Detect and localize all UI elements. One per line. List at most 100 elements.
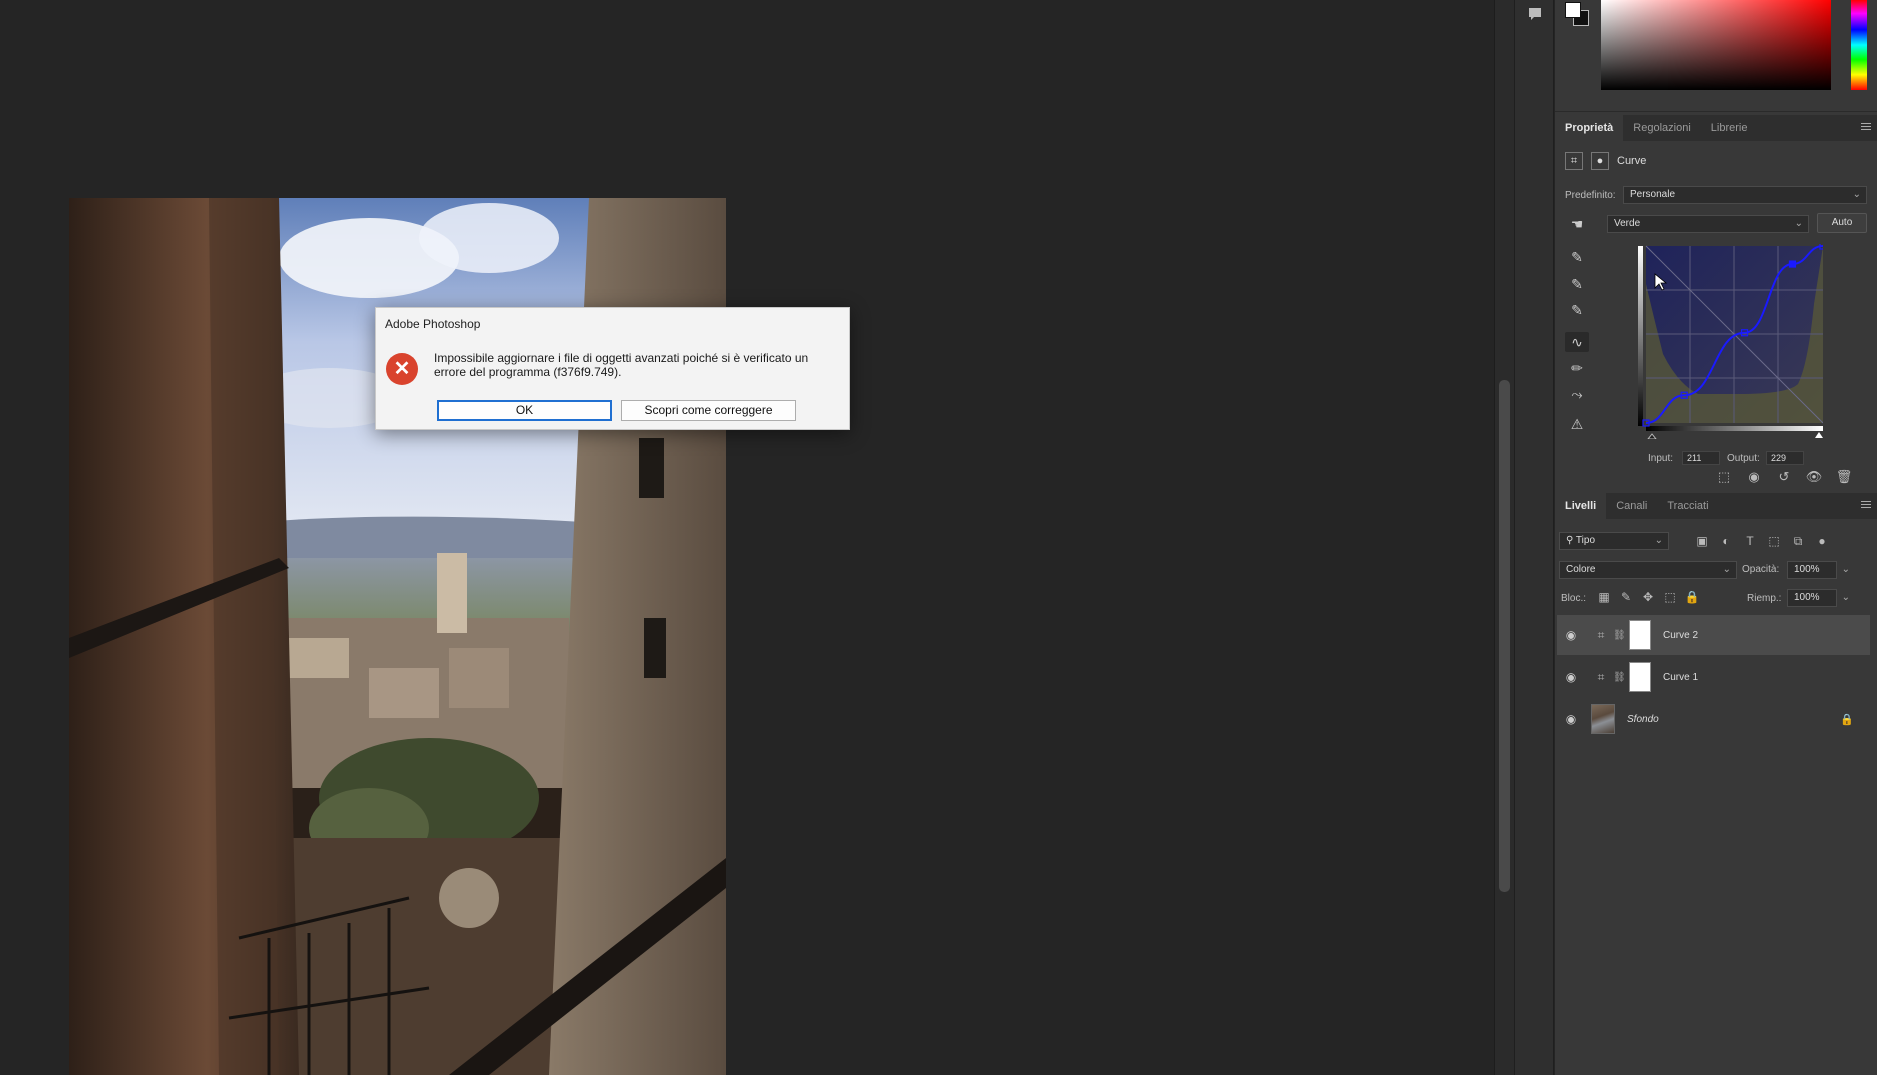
output-gradient-bar <box>1638 246 1643 426</box>
tab-paths[interactable]: Tracciati <box>1657 493 1718 519</box>
input-field[interactable]: 211 <box>1682 451 1720 465</box>
clip-to-layer-icon[interactable]: ⬚ <box>1715 468 1733 486</box>
properties-title: Curve <box>1617 155 1647 167</box>
comment-icon[interactable] <box>1527 6 1543 22</box>
layer-thumbnail[interactable] <box>1591 704 1615 734</box>
fill-label: Riemp.: <box>1747 593 1782 604</box>
opacity-value: 100% <box>1794 564 1820 575</box>
trash-icon[interactable]: 🗑 <box>1835 468 1853 486</box>
link-chain-icon[interactable]: ⛓ <box>1613 672 1626 683</box>
input-label: Input: <box>1648 453 1674 464</box>
eye-icon[interactable]: ◉ <box>1557 712 1585 726</box>
chevron-down-icon: ⌄ <box>1654 535 1663 546</box>
curves-graph[interactable] <box>1638 242 1827 440</box>
pixel-filter-icon[interactable]: ▣ <box>1693 532 1711 550</box>
filter-type-value: Tipo <box>1575 535 1596 546</box>
gray-point-eyedropper-icon[interactable]: ✎ <box>1565 274 1589 294</box>
blend-mode-value: Colore <box>1566 564 1596 575</box>
shape-filter-icon[interactable]: ⬚ <box>1765 532 1783 550</box>
black-slider-handle[interactable] <box>1646 433 1658 440</box>
lock-artboard-icon[interactable]: ⬚ <box>1661 588 1679 606</box>
layer-filter-dropdown[interactable]: ⚲ Tipo ⌄ <box>1559 532 1669 550</box>
error-dialog: Adobe Photoshop ✕ Impossibile aggiornare… <box>375 307 850 430</box>
layers-tabbar: Livelli Canali Tracciati <box>1555 493 1877 519</box>
black-point-eyedropper-icon[interactable]: ✎ <box>1565 247 1589 267</box>
layer-mask-thumbnail[interactable] <box>1629 662 1651 692</box>
curves-adjustment-icon: ⌗ <box>1565 152 1583 170</box>
view-previous-icon[interactable]: ◉ <box>1745 468 1763 486</box>
lock-icon[interactable]: 🔒 <box>1840 713 1854 726</box>
layer-mask-icon[interactable]: ● <box>1591 152 1609 170</box>
tab-libraries[interactable]: Librerie <box>1701 115 1758 141</box>
lock-position-icon[interactable]: ✥ <box>1639 588 1657 606</box>
pencil-draw-icon[interactable]: ✏ <box>1565 358 1589 378</box>
properties-menu-icon[interactable] <box>1861 123 1871 133</box>
lock-transparency-icon[interactable]: ▦ <box>1595 588 1613 606</box>
filter-toggle-icon[interactable]: ● <box>1813 532 1831 550</box>
color-panel <box>1555 0 1877 112</box>
color-saturation-field[interactable] <box>1601 0 1831 90</box>
chevron-down-icon: ⌄ <box>1794 218 1803 229</box>
input-gradient-bar <box>1646 426 1823 431</box>
channel-value: Verde <box>1614 218 1641 229</box>
layers-menu-icon[interactable] <box>1861 501 1871 511</box>
chevron-down-icon: ⌄ <box>1841 592 1850 603</box>
layer-mask-thumbnail[interactable] <box>1629 620 1651 650</box>
preset-dropdown[interactable]: Personale ⌄ <box>1623 186 1867 204</box>
layer-row-background[interactable]: ◉ Sfondo 🔒 <box>1557 699 1870 739</box>
white-point-eyedropper-icon[interactable]: ✎ <box>1565 300 1589 320</box>
lock-all-icon[interactable]: 🔒 <box>1683 588 1701 606</box>
blend-mode-dropdown[interactable]: Colore ⌄ <box>1559 561 1737 579</box>
layer-name: Sfondo <box>1627 713 1659 725</box>
preset-label: Predefinito: <box>1565 190 1616 201</box>
eye-icon[interactable]: ◉ <box>1557 670 1585 684</box>
layer-row-curve-1[interactable]: ◉ ⌗ ⛓ Curve 1 <box>1557 657 1870 697</box>
ok-button[interactable]: OK <box>437 400 612 421</box>
layer-row-curve-2[interactable]: ◉ ⌗ ⛓ Curve 2 <box>1557 615 1870 655</box>
lock-label: Bloc.: <box>1561 593 1587 604</box>
properties-header: ⌗ ● Curve <box>1565 152 1646 170</box>
curve-points-tool-icon[interactable]: ∿ <box>1565 332 1589 352</box>
auto-button[interactable]: Auto <box>1817 213 1867 233</box>
learn-how-to-fix-button[interactable]: Scopri come correggere <box>621 400 796 421</box>
dialog-title: Adobe Photoshop <box>385 317 481 331</box>
type-filter-icon[interactable]: T <box>1741 532 1759 550</box>
output-field[interactable]: 229 <box>1766 451 1804 465</box>
adjustment-filter-icon[interactable]: ◐ <box>1717 532 1735 550</box>
input-output-row: Input: 211 Output: 229 <box>1555 451 1877 467</box>
lock-pixels-icon[interactable]: ✎ <box>1617 588 1635 606</box>
tab-adjustments[interactable]: Regolazioni <box>1623 115 1700 141</box>
lock-icons: ▦ ✎ ✥ ⬚ 🔒 <box>1595 588 1701 606</box>
hue-slider[interactable] <box>1851 0 1867 90</box>
reset-icon[interactable]: ↺ <box>1775 468 1793 486</box>
foreground-color-swatch[interactable] <box>1565 2 1581 18</box>
curves-adjustment-icon: ⌗ <box>1597 670 1605 684</box>
targeted-adjustment-icon[interactable]: ☚ <box>1565 214 1589 234</box>
smart-object-filter-icon[interactable]: ⧉ <box>1789 532 1807 550</box>
link-chain-icon[interactable]: ⛓ <box>1613 630 1626 641</box>
fill-field[interactable]: 100% ⌄ <box>1787 589 1850 607</box>
channel-dropdown[interactable]: Verde ⌄ <box>1607 215 1809 233</box>
photoshop-window: Proprietà Regolazioni Librerie ⌗ ● Curve… <box>0 0 1877 1075</box>
smooth-curve-icon[interactable]: ⤳ <box>1565 384 1589 404</box>
clipping-warning-icon[interactable]: ⚠ <box>1565 414 1589 434</box>
curves-adjustment-icon: ⌗ <box>1597 628 1605 642</box>
panel-icon-strip <box>1514 0 1554 1075</box>
error-icon: ✕ <box>386 353 418 385</box>
chevron-down-icon: ⌄ <box>1852 189 1861 200</box>
layer-name: Curve 1 <box>1663 671 1699 683</box>
opacity-field[interactable]: 100% ⌄ <box>1787 561 1850 579</box>
canvas-vertical-scrollbar[interactable] <box>1494 0 1514 1075</box>
search-icon: ⚲ <box>1566 535 1576 546</box>
tab-channels[interactable]: Canali <box>1606 493 1657 519</box>
visibility-eye-icon[interactable]: 👁 <box>1805 468 1823 486</box>
white-slider-handle[interactable] <box>1815 432 1823 438</box>
scrollbar-thumb[interactable] <box>1499 380 1510 892</box>
curves-graph-svg[interactable] <box>1638 242 1827 440</box>
eye-icon[interactable]: ◉ <box>1557 628 1585 642</box>
document-canvas[interactable] <box>0 0 1494 1075</box>
curve-control-point[interactable] <box>1788 260 1797 268</box>
right-panel-dock: Proprietà Regolazioni Librerie ⌗ ● Curve… <box>1555 0 1877 1075</box>
tab-properties[interactable]: Proprietà <box>1555 115 1624 141</box>
tab-layers[interactable]: Livelli <box>1555 493 1607 519</box>
